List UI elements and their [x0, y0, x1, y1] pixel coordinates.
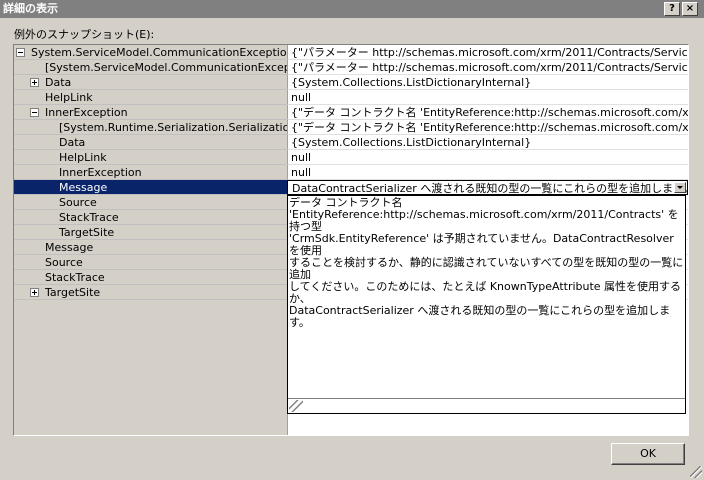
tree-row-selected[interactable]: Message DataContractSerializer へ渡される既知の型… [14, 180, 688, 195]
message-value-dropdown[interactable]: DataContractSerializer へ渡される既知の型の一覧にこれらの… [287, 180, 688, 195]
row-value: {System.Collections.ListDictionaryIntern… [287, 75, 688, 90]
row-name: System.ServiceModel.CommunicationExcepti… [31, 46, 287, 59]
row-value: {"パラメーター http://schemas.microsoft.com/xr… [287, 60, 688, 75]
window-title: 詳細の表示 [3, 2, 58, 15]
collapse-icon[interactable] [30, 108, 39, 117]
row-value: {System.Collections.ListDictionaryIntern… [287, 135, 688, 150]
row-value: {"データ コントラクト名 'EntityReference:http://sc… [287, 120, 688, 135]
row-value: null [287, 150, 688, 165]
row-name: TargetSite [45, 286, 101, 299]
expand-icon[interactable] [30, 78, 39, 87]
name-column-filler [14, 300, 287, 435]
row-name: HelpLink [45, 91, 93, 104]
close-button[interactable]: × [682, 2, 698, 16]
message-popup[interactable]: データ コントラクト名 'EntityReference:http://sche… [287, 195, 686, 414]
resize-grip-icon[interactable] [289, 400, 303, 412]
tree-row[interactable]: Data {System.Collections.ListDictionaryI… [14, 75, 688, 90]
popup-resize-bar[interactable] [288, 398, 685, 413]
row-name: StackTrace [59, 211, 119, 224]
row-value: {"パラメーター http://schemas.microsoft.com/xr… [287, 45, 688, 60]
row-name: [System.Runtime.Serialization.Serializat… [59, 121, 287, 134]
row-name: Data [45, 76, 72, 89]
row-value: {"データ コントラクト名 'EntityReference:http://sc… [287, 105, 688, 120]
help-button[interactable]: ? [664, 2, 680, 16]
row-name: InnerException [45, 106, 128, 119]
collapse-icon[interactable] [16, 48, 25, 57]
row-name: Data [59, 136, 86, 149]
row-name: Source [45, 256, 83, 269]
ok-button[interactable]: OK [611, 443, 685, 465]
title-bar: 詳細の表示 ? × [0, 0, 704, 18]
tree-row[interactable]: System.ServiceModel.CommunicationExcepti… [14, 45, 688, 60]
row-name: TargetSite [59, 226, 115, 239]
row-name: Message [59, 181, 108, 194]
row-name: InnerException [59, 166, 142, 179]
dropdown-arrow-icon[interactable] [674, 182, 686, 193]
message-text[interactable]: データ コントラクト名 'EntityReference:http://sche… [289, 197, 684, 397]
tree-row[interactable]: InnerException null [14, 165, 688, 180]
expand-icon[interactable] [30, 288, 39, 297]
tree-row[interactable]: HelpLink null [14, 90, 688, 105]
row-value: DataContractSerializer へ渡される既知の型の一覧にこれらの… [292, 182, 688, 195]
row-value: null [287, 165, 688, 180]
tree-row[interactable]: InnerException {"データ コントラクト名 'EntityRefe… [14, 105, 688, 120]
tree-row[interactable]: HelpLink null [14, 150, 688, 165]
ok-button-label: OK [640, 447, 656, 460]
row-name: Source [59, 196, 97, 209]
row-name: HelpLink [59, 151, 107, 164]
tree-row[interactable]: [System.ServiceModel.CommunicationExcept… [14, 60, 688, 75]
row-name: [System.ServiceModel.CommunicationExcept… [45, 61, 287, 74]
tree-row[interactable]: Data {System.Collections.ListDictionaryI… [14, 135, 688, 150]
row-value: null [287, 90, 688, 105]
row-name: StackTrace [45, 271, 105, 284]
tree-row[interactable]: [System.Runtime.Serialization.Serializat… [14, 120, 688, 135]
row-name: Message [45, 241, 94, 254]
snapshot-label: 例外のスナップショット(E): [14, 28, 155, 41]
window-resize-grip-icon[interactable] [690, 466, 702, 478]
